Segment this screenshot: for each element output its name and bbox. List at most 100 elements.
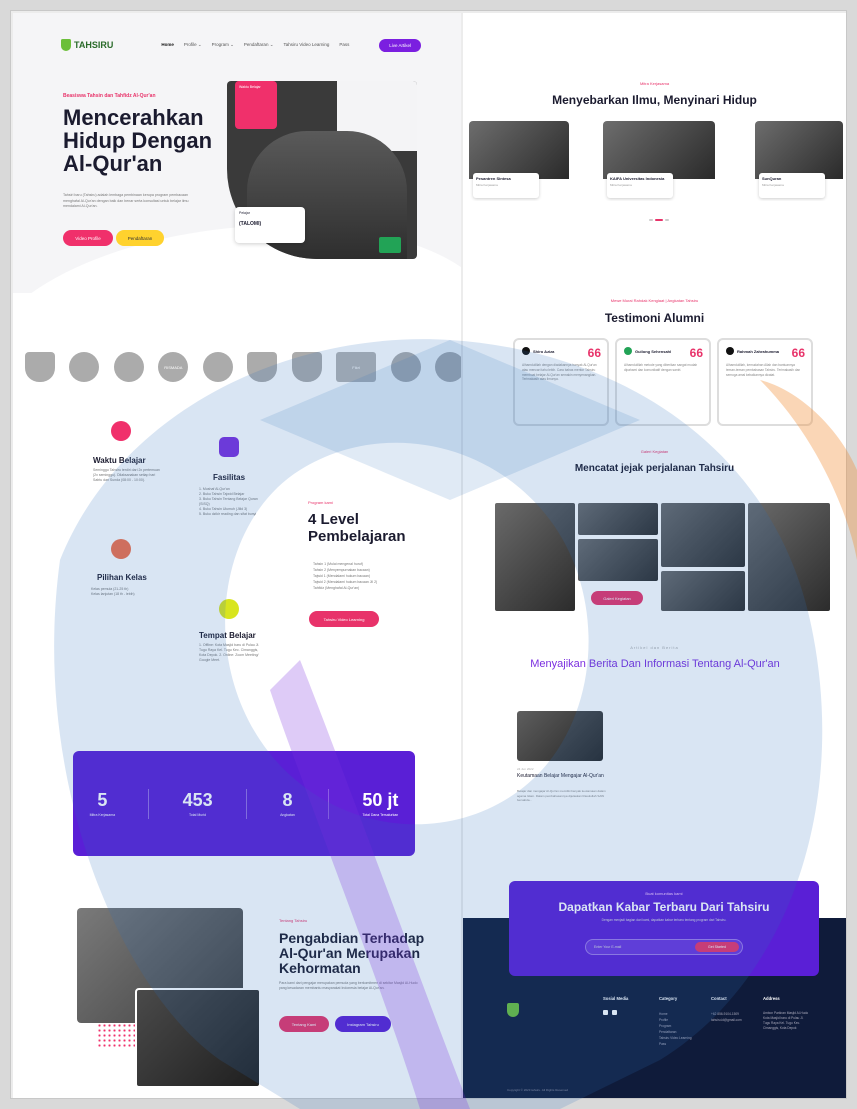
page-dot-active[interactable] <box>655 219 663 221</box>
hero-pink-card-label: Waktu Belajar <box>239 85 261 89</box>
footer-logo-icon[interactable] <box>507 1003 519 1017</box>
copyright: Copyright © 2023 tahsiru. All Rights Res… <box>507 1088 569 1092</box>
news-thumbnail[interactable] <box>517 711 603 761</box>
video-learning-button[interactable]: Tahsiru Video Learning <box>309 611 379 627</box>
partner-logos-strip: RISMADA Fikri <box>25 345 461 389</box>
gallery-title: Mencatat jejak perjalanan Tahsiru <box>574 463 735 474</box>
carousel-pagination[interactable] <box>649 219 669 221</box>
dkm-logo-icon <box>113 352 144 382</box>
partner-card[interactable]: SunQuran Mitra Kerjasama <box>755 121 843 201</box>
partner-photo <box>755 121 843 179</box>
program-kicker: Program kami <box>308 500 333 505</box>
waktu-title: Waktu Belajar <box>93 456 146 465</box>
avatar <box>624 347 632 355</box>
get-started-button[interactable]: Get Started <box>695 942 739 952</box>
page-dot[interactable] <box>665 219 669 221</box>
partner-photo <box>469 121 569 179</box>
clock-icon <box>111 421 131 441</box>
waktu-desc: Seminggu Tahsiru terdiri dari 2x pertemu… <box>93 468 160 482</box>
partners-kicker: Mitra Kerjasama <box>639 81 670 86</box>
hero-kicker: Beasiswa Tahsin dan Tahfidz Al-Qur'an <box>63 93 156 99</box>
nav-profile[interactable]: Profile ⌄ <box>184 42 202 48</box>
partner-caption: SunQuran Mitra Kerjasama <box>759 173 825 198</box>
footer-social-title: Sosial Media <box>603 996 629 1001</box>
footer-contact-list: +62 856-9104-1509 tahsiru.id@gmail.com <box>711 1011 742 1023</box>
eye-icon <box>111 539 131 559</box>
lotus-logo-icon <box>390 352 421 382</box>
gallery-photo[interactable] <box>495 503 575 611</box>
testimonial-text: Alhamdulillah dengan diadakannya banyak … <box>522 363 597 382</box>
social-icons <box>603 1010 617 1015</box>
divider <box>328 788 330 819</box>
brand-name: TAHSIRU <box>74 40 114 50</box>
dkm-logo-icon <box>434 352 461 382</box>
partner-caption: KAIFA Universitas Indonesia Mitra Kerjasa… <box>607 173 673 198</box>
hero-title: Mencerahkan Hidup Dengan Al-Qur'an <box>63 105 213 176</box>
gallery-photo[interactable] <box>748 503 830 611</box>
partner-logo <box>202 352 233 382</box>
footer-address: Ambon Parkiran Masjid Al-Hudo Kota Masji… <box>763 1011 809 1030</box>
partner-card[interactable]: KAIFA Universitas Indonesia Mitra Kerjasa… <box>603 121 715 201</box>
page-dot[interactable] <box>649 219 653 221</box>
newsletter-box: Buat komunitas kami Dapatkan Kabar Terba… <box>509 881 819 976</box>
gallery-photo[interactable] <box>578 503 658 535</box>
about-title: Pengabdian Terhadap Al-Qur'an Merupakan … <box>279 930 425 976</box>
nav-home[interactable]: Home <box>161 42 174 48</box>
stat-dana: 50 jt Total Dana Tersalurkan <box>362 790 399 817</box>
partners-title: Menyebarkan Ilmu, Menyinari Hidup <box>552 93 757 107</box>
gallery-photo[interactable] <box>661 503 745 567</box>
instagram-button[interactable]: Instagram Tahsiru <box>335 1016 391 1032</box>
stat-mitra: 5 Mitra Kerjasama <box>89 790 116 817</box>
quote-icon: 66 <box>587 346 601 360</box>
footer-email[interactable]: tahsiru.id@gmail.com <box>711 1017 742 1023</box>
about-desc: Para kami dari pengajar merupakan pemuda… <box>279 981 418 990</box>
footer-link[interactable]: Pass <box>659 1041 692 1047</box>
avatar <box>522 347 530 355</box>
news-date: 24 Jun 2022 <box>517 767 534 771</box>
video-profile-button[interactable]: Video Profile <box>63 230 113 246</box>
pendaftaran-button[interactable]: Pendaftaran <box>116 230 164 246</box>
nav-pendaftaran[interactable]: Pendaftaran ⌄ <box>244 42 274 48</box>
gallery-photo[interactable] <box>661 571 745 611</box>
partner-logo <box>247 352 278 382</box>
quote-icon: 66 <box>689 346 703 360</box>
testimonial-card: Rahmah Zahrahumma 66 Alhamdulillah, kemu… <box>717 338 813 426</box>
book-icon <box>379 237 401 253</box>
stat-murid: 453 Total Murid <box>182 790 213 817</box>
tempat-title: Tempat Belajar <box>199 631 256 640</box>
brand-logo[interactable]: TAHSIRU <box>61 39 113 51</box>
footer-category-list: Home Profile Program Pendaftaran Tahsiru… <box>659 1011 692 1047</box>
landing-page-right: Mitra Kerjasama Menyebarkan Ilmu, Menyin… <box>463 13 846 1098</box>
hero-stat-value: (TALOMI) <box>239 221 262 227</box>
gallery-photo[interactable] <box>578 539 658 581</box>
divider <box>148 788 150 819</box>
nav-links: Home Profile ⌄ Program ⌄ Pendaftaran ⌄ T… <box>161 42 349 48</box>
news-kicker: Artikel dan Berita <box>630 645 679 650</box>
testimonial-text: Alhamdulillah, kemudahan Allah dan bantu… <box>726 363 801 377</box>
program-levels: Tahsin 1 (Mulai mengenal huruf) Tahsin 2… <box>313 562 378 590</box>
nav-video-learning[interactable]: Tahsiru Video Learning <box>283 42 329 48</box>
live-artikel-button[interactable]: Live Artikel <box>379 38 421 52</box>
youtube-icon[interactable] <box>612 1010 617 1015</box>
partner-logo <box>25 352 55 382</box>
dot-pattern <box>97 1023 137 1048</box>
nav-pass[interactable]: Pass <box>339 42 349 48</box>
fasilitas-title: Fasilitas <box>213 473 246 482</box>
tentang-kami-button[interactable]: Tentang Kami <box>279 1016 329 1032</box>
instagram-icon[interactable] <box>603 1010 608 1015</box>
nav-program[interactable]: Program ⌄ <box>212 42 234 48</box>
stats-banner: 5 Mitra Kerjasama 453 Total Murid 8 Angkata… <box>73 751 415 856</box>
program-title: 4 Level Pembelajaran <box>308 511 406 545</box>
fasilitas-list: 1. Mushaf Al-Qur'an 2. Buku Tahsin Tajwi… <box>199 487 258 516</box>
hero-stat-card: Pelajar (TALOMI) <box>235 207 305 243</box>
news-item-title[interactable]: Keutamaan Belajar Mengajar Al-Qur'an <box>517 773 607 779</box>
quote-icon: 66 <box>791 346 805 360</box>
news-item-desc: Belajar dan mengajar Al-Qur'an memiliki … <box>517 789 606 802</box>
testimonial-card: Shiro Aziza 66 Alhamdulillah dengan diad… <box>513 338 609 426</box>
rismada-logo: RISMADA <box>158 352 189 382</box>
gallery-button[interactable]: Galeri Kegiatan <box>591 591 643 605</box>
partner-card[interactable]: Pesantren Sintesa Mitra Kerjasama <box>469 121 569 201</box>
newsletter-desc: Dengan menjadi bagian dari kami, dapatka… <box>601 918 727 922</box>
pilihan-list: Kelas pemula (21-25 th) Kelas lanjutan (… <box>91 587 135 596</box>
partner-photo <box>603 121 715 179</box>
